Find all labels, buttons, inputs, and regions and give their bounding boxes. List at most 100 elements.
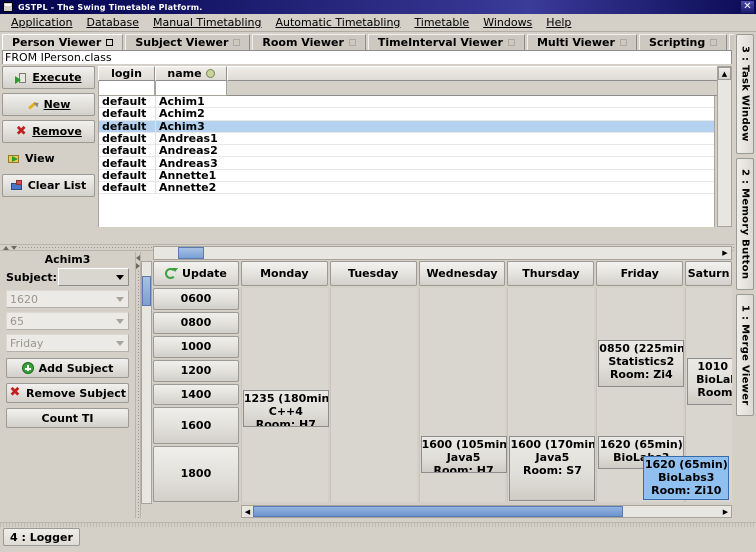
table-row-selected[interactable]: default Achim3 xyxy=(99,119,714,133)
day-header-monday[interactable]: Monday xyxy=(240,261,328,286)
count-ti-button[interactable]: Count TI xyxy=(6,408,129,428)
menu-application[interactable]: Application xyxy=(4,15,79,30)
chevron-down-icon[interactable] xyxy=(112,269,128,285)
column-header-name[interactable]: name xyxy=(155,66,227,81)
event-block[interactable]: 1600 (170min) Java5 Room: S7 xyxy=(509,436,596,501)
tab-close-icon[interactable] xyxy=(619,39,627,46)
update-button[interactable]: Update xyxy=(153,261,239,286)
query-input[interactable]: FROM IPerson.class xyxy=(2,50,732,64)
cell-name: Achim1 xyxy=(155,96,227,109)
table-row[interactable]: default Annette2 xyxy=(99,181,714,195)
menu-windows-label: Windows xyxy=(483,16,533,29)
tab-multi-viewer[interactable]: Multi Viewer xyxy=(526,34,637,50)
time-slot-1400[interactable]: 1400 xyxy=(153,383,239,406)
splitter-left-icon[interactable] xyxy=(136,255,140,261)
timetable-vertical-scrollbar[interactable] xyxy=(141,261,152,504)
menu-manual-timetabling[interactable]: Manual Timetabling xyxy=(146,15,269,30)
table-row[interactable]: default Annette1 xyxy=(99,168,714,183)
tab-close-icon[interactable] xyxy=(233,39,241,46)
timetable-header-row: Update Monday Tuesday Wednesday Thursday… xyxy=(153,261,732,286)
close-icon[interactable]: ✕ xyxy=(741,1,754,13)
view-button[interactable]: View xyxy=(2,147,95,170)
tab-timeinterval-viewer[interactable]: TimeInterval Viewer xyxy=(367,34,525,50)
time-slot-1600[interactable]: 1600 xyxy=(153,407,239,444)
rail-tab-merge-viewer[interactable]: 1 : Merge Viewer xyxy=(736,294,754,416)
tab-timeinterval-viewer-label: TimeInterval Viewer xyxy=(377,36,503,49)
remove-subject-button[interactable]: ✖ Remove Subject xyxy=(6,383,129,403)
time-slot-1000[interactable]: 1000 xyxy=(153,335,239,358)
scroll-left-icon[interactable]: ◀ xyxy=(242,506,253,517)
day-column-friday[interactable]: 0850 (225min) Statistics2 Room: Zi4 1620… xyxy=(596,288,730,502)
new-button-label: New xyxy=(43,98,71,111)
time-slot-0800[interactable]: 0800 xyxy=(153,311,239,334)
splitter-right-icon[interactable] xyxy=(136,263,140,269)
time-slot-1200[interactable]: 1200 xyxy=(153,359,239,382)
table-row[interactable]: default Achim1 xyxy=(99,96,714,109)
scroll-up-icon[interactable]: ▲ xyxy=(718,67,731,80)
table-row[interactable]: default Andreas2 xyxy=(99,144,714,158)
event-block[interactable]: 1235 (180min) C++4 Room: H7 xyxy=(242,390,329,427)
tab-close-icon[interactable] xyxy=(507,39,515,46)
scroll-right-icon[interactable]: ▶ xyxy=(720,506,731,517)
day-header-thursday[interactable]: Thursday xyxy=(507,261,595,286)
subject-combo[interactable] xyxy=(58,268,129,286)
column-header-login[interactable]: login xyxy=(98,66,155,81)
table-row[interactable]: default Achim2 xyxy=(99,107,714,121)
table-row[interactable]: default Andreas3 xyxy=(99,156,714,170)
day-header-saturday[interactable]: Saturn xyxy=(685,261,732,286)
time-slot-1800[interactable]: 1800 xyxy=(153,445,239,503)
tab-multi-viewer-label: Multi Viewer xyxy=(536,36,615,49)
day-header-tuesday[interactable]: Tuesday xyxy=(329,261,417,286)
scrollbar-thumb[interactable] xyxy=(178,247,204,259)
scroll-right-icon[interactable]: ▶ xyxy=(719,247,731,259)
filter-input-name[interactable] xyxy=(155,81,227,96)
logger-button-label: 4 : Logger xyxy=(10,530,73,544)
day-column-monday[interactable]: 1235 (180min) C++4 Room: H7 xyxy=(240,288,329,502)
clear-list-button[interactable]: Clear List xyxy=(2,174,95,197)
rail-tab-memory-button[interactable]: 2 : Memory Button xyxy=(736,158,754,290)
tab-close-icon[interactable] xyxy=(106,39,114,46)
tab-subject-viewer[interactable]: Subject Viewer xyxy=(125,34,251,50)
execute-button[interactable]: Execute xyxy=(2,66,95,89)
rail-tab-merge-viewer-label: 1 : Merge Viewer xyxy=(739,304,751,406)
tab-close-icon[interactable] xyxy=(710,39,718,46)
tab-room-viewer[interactable]: Room Viewer xyxy=(252,34,366,50)
day-header-wednesday[interactable]: Wednesday xyxy=(418,261,506,286)
time-slot-1600-label: 1600 xyxy=(180,419,212,433)
tab-scripting[interactable]: Scripting xyxy=(638,34,728,50)
scrollbar-thumb[interactable] xyxy=(142,276,151,306)
menu-timetable[interactable]: Timetable xyxy=(407,15,476,30)
logger-button[interactable]: 4 : Logger xyxy=(3,528,80,546)
tab-person-viewer[interactable]: Person Viewer xyxy=(2,34,124,50)
menu-database[interactable]: Database xyxy=(79,15,146,30)
tab-close-icon[interactable] xyxy=(348,39,356,46)
splitter-down-icon[interactable] xyxy=(11,245,17,250)
menu-automatic-timetabling[interactable]: Automatic Timetabling xyxy=(268,15,407,30)
event-block[interactable]: 1010 ( BioLab Room: xyxy=(687,358,732,405)
add-subject-button[interactable]: Add Subject xyxy=(6,358,129,378)
chevron-down-icon xyxy=(112,335,128,351)
splitter-up-icon[interactable] xyxy=(3,245,9,250)
event-block[interactable]: 0850 (225min) Statistics2 Room: Zi4 xyxy=(598,340,685,387)
event-block[interactable]: 1600 (105min) Java5 Room: H7 xyxy=(420,436,507,473)
table-vertical-scrollbar[interactable]: ▲ xyxy=(717,66,732,227)
remove-button[interactable]: ✖ Remove xyxy=(2,120,95,143)
timetable-bottom-hscrollbar[interactable]: ◀ ▶ xyxy=(241,505,732,518)
table-row[interactable]: default Andreas1 xyxy=(99,132,714,146)
status-splitter[interactable] xyxy=(0,523,756,527)
menu-windows[interactable]: Windows xyxy=(476,15,539,30)
day-column-tuesday[interactable] xyxy=(329,288,417,502)
day-header-friday[interactable]: Friday xyxy=(596,261,684,286)
time-slot-0600-label: 0600 xyxy=(180,292,212,306)
new-button[interactable]: New xyxy=(2,93,95,116)
day-column-wednesday[interactable]: 1600 (105min) Java5 Room: H7 1930 (30min… xyxy=(418,288,507,502)
scrollbar-thumb[interactable] xyxy=(253,506,623,517)
filter-input-login[interactable] xyxy=(98,81,155,96)
time-slot-0600[interactable]: 0600 xyxy=(153,288,239,310)
menu-help[interactable]: Help xyxy=(539,15,578,30)
rail-tab-task-window[interactable]: 3 : Task Window xyxy=(736,34,754,154)
day-column-thursday[interactable]: 1600 (170min) Java5 Room: S7 xyxy=(507,288,596,502)
timetable-top-hscrollbar[interactable]: ▶ xyxy=(153,246,732,260)
sort-icon[interactable] xyxy=(205,69,215,78)
event-block-selected[interactable]: 1620 (65min) BioLabs3 Room: Zi10 xyxy=(643,456,730,500)
